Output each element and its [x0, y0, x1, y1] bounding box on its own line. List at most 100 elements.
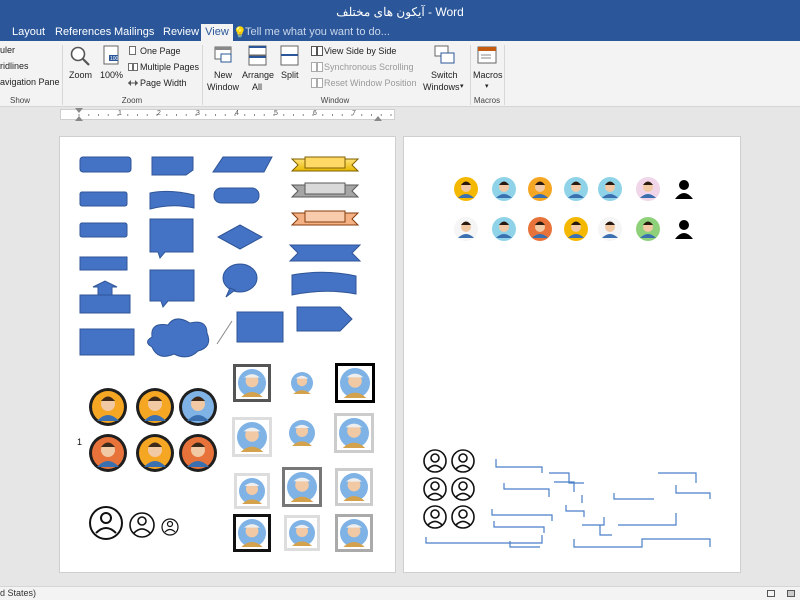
photo-avatar-icon — [335, 468, 373, 506]
show-group-label: Show — [9, 96, 30, 105]
elbow-connector — [503, 483, 550, 497]
reset-window-icon — [311, 78, 323, 88]
rect-shape — [79, 222, 128, 238]
magnifier-icon — [70, 46, 90, 66]
new-window-label-2: Window — [207, 82, 240, 92]
ruler-checkbox[interactable]: uler — [0, 45, 15, 55]
user-outline-icon — [423, 477, 447, 501]
one-page-label: One Page — [140, 46, 181, 56]
rounded-rect-shape — [79, 156, 132, 173]
switch-windows-label-2: Windows — [423, 82, 460, 92]
user-outline-icon — [451, 477, 475, 501]
flat-avatar-icon — [492, 217, 516, 241]
macros-icon — [477, 46, 497, 64]
horizontal-ruler[interactable]: 1 2 3 4 5 6 7 — [60, 108, 395, 121]
ruler-tick-3: 3 — [196, 110, 200, 117]
connector-lines — [425, 459, 711, 548]
callout-rect-shape — [149, 218, 194, 260]
avatar-icon — [136, 388, 174, 426]
read-mode-icon[interactable] — [767, 590, 775, 597]
elbow-connector — [618, 513, 677, 526]
zoom-label: Zoom — [69, 70, 93, 80]
user-outline-icon — [451, 449, 475, 473]
ruler-tick-1: 1 — [118, 110, 122, 117]
page-width-icon — [128, 80, 138, 86]
flat-avatar-icon — [528, 177, 552, 201]
chevron-down-icon: ▾ — [460, 83, 464, 90]
group-separator — [202, 45, 203, 105]
oval-callout-shape — [222, 263, 258, 293]
split-icon — [280, 45, 299, 66]
ribbon-yellow-center — [304, 156, 346, 169]
window-title: آیکون های مختلف - Word — [336, 5, 464, 19]
new-window-label-1: New — [214, 70, 233, 80]
status-language[interactable]: d States) — [0, 588, 36, 598]
window-group-label: Window — [320, 96, 350, 105]
print-layout-icon[interactable] — [787, 590, 795, 597]
tab-layout[interactable]: Layout — [12, 24, 45, 41]
arrange-all-icon — [248, 45, 267, 66]
view-side-by-side-label: View Side by Side — [324, 46, 397, 56]
photo-avatar-icon — [335, 363, 375, 403]
scroll-shape — [79, 256, 128, 271]
first-line-indent-marker[interactable] — [75, 108, 83, 113]
photo-avatar-icon — [284, 515, 320, 551]
split-label: Split — [281, 70, 299, 80]
reset-window-position-label: Reset Window Position — [324, 78, 417, 88]
photo-avatar-icon — [234, 473, 270, 509]
tab-review[interactable]: Review — [163, 24, 199, 41]
arrow-callout-shape — [79, 280, 131, 314]
elbow-connector — [675, 485, 711, 499]
process-rect-shape — [236, 311, 284, 343]
tab-view[interactable]: View — [201, 24, 233, 41]
ruler-tick-6: 6 — [313, 110, 317, 117]
title-bar: آیکون های مختلف - Word — [0, 0, 800, 24]
cloud-callout-shape — [147, 318, 210, 358]
elbow-connector — [613, 493, 654, 500]
photo-avatar-icon — [335, 514, 373, 552]
user-outline-icon — [451, 505, 475, 529]
ribbon-tab-bar: Layout References Mailings Review View 💡… — [0, 24, 800, 41]
wave-shape — [149, 190, 195, 210]
flat-avatar-icon — [454, 177, 478, 201]
stray-text: 1 — [77, 437, 83, 447]
svg-text:100: 100 — [110, 56, 119, 62]
flat-avatar-icon — [528, 217, 552, 241]
tab-mailings[interactable]: Mailings — [114, 24, 154, 41]
tab-references[interactable]: References — [55, 24, 111, 41]
hanging-indent-marker[interactable] — [75, 116, 83, 121]
chevron-down-icon: ▾ — [485, 83, 489, 90]
group-separator — [504, 45, 505, 105]
avatar-icon — [179, 388, 217, 426]
ruler-tick-2: 2 — [157, 110, 161, 117]
photo-avatar-icon — [282, 467, 322, 507]
diamond-shape — [216, 224, 264, 250]
ruler-tick-7: 7 — [352, 110, 356, 117]
rounded-callout-shape — [149, 269, 195, 309]
flat-avatar-icon — [564, 217, 588, 241]
photo-avatar-icon — [289, 370, 315, 396]
group-separator — [62, 45, 63, 105]
ribbon-shape-blue — [288, 244, 362, 262]
flat-avatar-icon — [454, 217, 478, 241]
page-2-shapes — [423, 177, 711, 548]
rect-shape — [79, 191, 128, 207]
new-window-icon — [214, 46, 232, 63]
flat-avatar-icon — [675, 180, 693, 199]
oval-callout-tail — [225, 287, 236, 298]
arrange-all-label-2: All — [252, 82, 263, 92]
gridlines-checkbox[interactable]: ridlines — [0, 61, 29, 71]
document-page-1[interactable]: 1 — [59, 136, 396, 573]
tell-me-search[interactable]: Tell me what you want to do... — [245, 24, 390, 40]
switch-windows-icon — [434, 45, 455, 64]
avatar-icon — [136, 434, 174, 472]
arrange-all-label-1: Arrange — [242, 70, 275, 80]
right-indent-marker[interactable] — [374, 116, 382, 121]
one-page-icon — [129, 46, 136, 55]
page-1-shapes — [79, 156, 375, 552]
wave-banner-shape — [291, 271, 357, 296]
multiple-pages-label: Multiple Pages — [140, 62, 200, 72]
zoom-100-label: 100% — [100, 70, 124, 80]
document-page-2[interactable] — [403, 136, 741, 573]
navigation-pane-checkbox[interactable]: avigation Pane — [0, 77, 60, 87]
